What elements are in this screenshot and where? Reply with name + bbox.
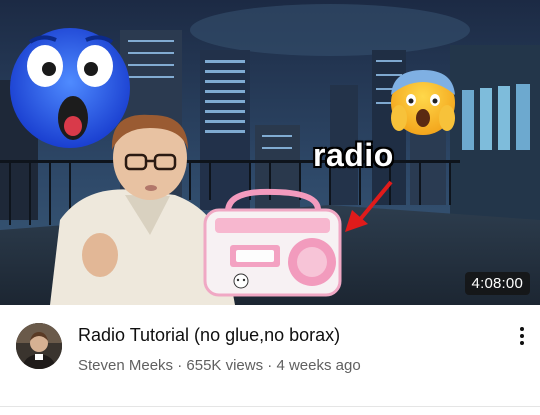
- separator: ·: [267, 357, 273, 374]
- thumbnail-image: [0, 0, 540, 305]
- avatar-image: [16, 323, 62, 369]
- video-thumbnail[interactable]: radio 4:08:00: [0, 0, 540, 305]
- video-subtitle: Steven Meeks · 655K views · 4 weeks ago: [78, 357, 361, 374]
- thumbnail-overlay-text: radio: [313, 137, 394, 173]
- upload-age: 4 weeks ago: [276, 357, 361, 374]
- view-count: 655K views: [186, 357, 264, 374]
- duration-badge: 4:08:00: [464, 272, 530, 295]
- separator: ·: [177, 357, 183, 374]
- video-metadata: Radio Tutorial (no glue,no borax) Steven…: [0, 305, 540, 415]
- channel-name[interactable]: Steven Meeks: [78, 357, 173, 374]
- channel-avatar[interactable]: [16, 323, 62, 369]
- face-screaming-in-fear-icon: [391, 70, 455, 135]
- more-vert-icon[interactable]: [512, 323, 532, 349]
- flushed-blue-face-icon: [10, 28, 130, 148]
- divider: [0, 406, 540, 407]
- video-title[interactable]: Radio Tutorial (no glue,no borax): [78, 325, 340, 346]
